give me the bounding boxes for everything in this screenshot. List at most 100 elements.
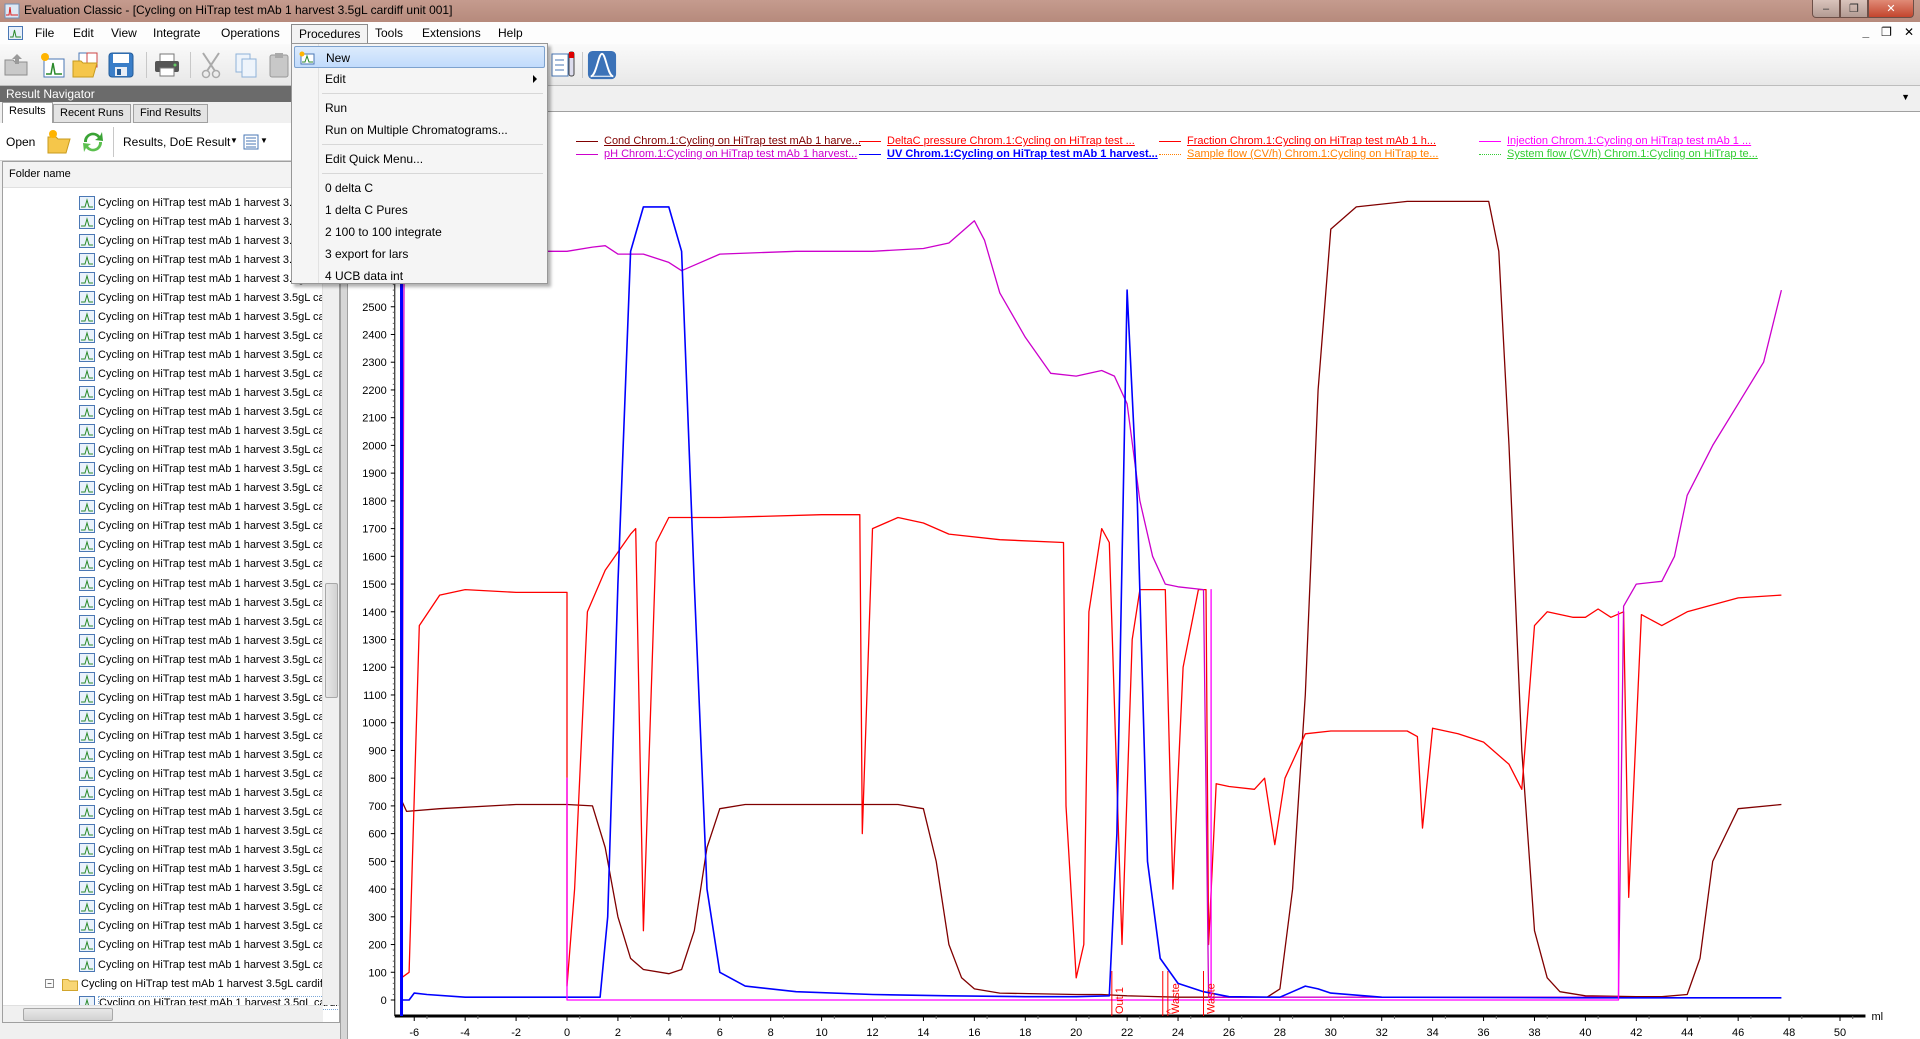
result-type-filter[interactable]: Results, DoE Result — [123, 135, 230, 149]
save-button[interactable] — [106, 50, 136, 80]
new-folder-icon[interactable] — [46, 129, 74, 155]
result-item[interactable]: Cycling on HiTrap test mAb 1 harvest 3.5… — [79, 726, 339, 745]
menu-file[interactable]: File — [28, 24, 61, 43]
refresh-icon[interactable] — [80, 129, 106, 155]
tree-horizontal-scrollbar[interactable] — [3, 1005, 323, 1022]
view-options-dropdown-icon[interactable]: ▼ — [260, 136, 268, 145]
result-item[interactable]: Cycling on HiTrap test mAb 1 harvest 3.5… — [79, 650, 339, 669]
chromatogram-icon — [79, 595, 95, 610]
y-tick-label: 1400 — [362, 607, 386, 619]
collapse-icon[interactable]: − — [45, 979, 54, 989]
chromatogram-chart[interactable]: 0100200300400500600700800900100011001200… — [348, 112, 1920, 1039]
tab-results[interactable]: Results — [2, 102, 53, 123]
result-item[interactable]: Cycling on HiTrap test mAb 1 harvest 3.5… — [79, 631, 339, 650]
view-options-icon[interactable] — [243, 134, 259, 150]
menu-integrate[interactable]: Integrate — [146, 24, 207, 43]
menu-view[interactable]: View — [104, 24, 144, 43]
menu-operations[interactable]: Operations — [214, 24, 287, 43]
result-item[interactable]: Cycling on HiTrap test mAb 1 harvest 3.5… — [79, 936, 339, 955]
menu-item-2-100-to-100-integrate[interactable]: 2 100 to 100 integrate — [294, 221, 545, 243]
scroll-thumb[interactable] — [325, 583, 338, 698]
result-item[interactable]: Cycling on HiTrap test mAb 1 harvest 3.5… — [79, 822, 339, 841]
document-icon[interactable] — [8, 26, 23, 40]
result-item[interactable]: Cycling on HiTrap test mAb 1 harvest 3.5… — [79, 384, 339, 403]
chromatogram-icon — [79, 538, 95, 553]
scroll-thumb[interactable] — [23, 1008, 113, 1021]
result-item[interactable]: Cycling on HiTrap test mAb 1 harvest 3.5… — [79, 441, 339, 460]
method-button[interactable] — [548, 50, 578, 80]
result-item[interactable]: Cycling on HiTrap test mAb 1 harvest 3.5… — [79, 574, 339, 593]
result-item[interactable]: Cycling on HiTrap test mAb 1 harvest 3.5… — [79, 536, 339, 555]
paste-icon — [269, 53, 289, 78]
peak-button[interactable] — [587, 50, 617, 80]
result-item[interactable]: Cycling on HiTrap test mAb 1 harvest 3.5… — [79, 498, 339, 517]
folder-name-header[interactable]: Folder name — [3, 162, 339, 188]
tree-vertical-scrollbar[interactable] — [322, 188, 339, 1005]
result-item[interactable]: Cycling on HiTrap test mAb 1 harvest 3.5… — [79, 745, 339, 764]
close-button[interactable]: ✕ — [1868, 0, 1914, 18]
print-button[interactable] — [152, 50, 182, 80]
result-item[interactable]: Cycling on HiTrap test mAb 1 harvest 3.5… — [79, 364, 339, 383]
result-item[interactable]: Cycling on HiTrap test mAb 1 harvest 3.5… — [79, 917, 339, 936]
cut-button[interactable] — [196, 50, 226, 80]
result-item[interactable]: Cycling on HiTrap test mAb 1 harvest 3.5… — [79, 898, 339, 917]
close-icon: ✕ — [1886, 3, 1896, 15]
menu-item-new[interactable]: New — [294, 46, 545, 68]
open-folder-button[interactable] — [71, 50, 101, 80]
result-item[interactable]: Cycling on HiTrap test mAb 1 harvest 3.5… — [79, 784, 339, 803]
result-item[interactable]: Cycling on HiTrap test mAb 1 harvest 3.5… — [79, 422, 339, 441]
tree-item-label: Cycling on HiTrap test mAb 1 harvest 3.5… — [98, 482, 340, 495]
menu-item-edit[interactable]: Edit — [294, 68, 545, 90]
open-button[interactable] — [2, 50, 32, 80]
result-item[interactable]: Cycling on HiTrap test mAb 1 harvest 3.5… — [79, 879, 339, 898]
menu-extensions[interactable]: Extensions — [415, 24, 488, 43]
result-item[interactable]: Cycling on HiTrap test mAb 1 harvest 3.5… — [79, 765, 339, 784]
result-item[interactable]: Cycling on HiTrap test mAb 1 harvest 3.5… — [79, 517, 339, 536]
result-item[interactable]: Cycling on HiTrap test mAb 1 harvest 3.5… — [79, 345, 339, 364]
result-item[interactable]: Cycling on HiTrap test mAb 1 harvest 3.5… — [79, 403, 339, 422]
result-item[interactable]: Cycling on HiTrap test mAb 1 harvest 3.5… — [79, 555, 339, 574]
menu-item-run-on-multiple-chromatograms[interactable]: Run on Multiple Chromatograms... — [294, 119, 545, 141]
chromatogram-icon — [79, 728, 95, 743]
copy-button[interactable] — [231, 50, 261, 80]
mdi-minimize-button[interactable]: _ — [1862, 25, 1869, 39]
result-item[interactable]: Cycling on HiTrap test mAb 1 harvest 3.5… — [79, 688, 339, 707]
chart-options-dropdown-icon[interactable]: ▼ — [1901, 92, 1910, 102]
result-item[interactable]: Cycling on HiTrap test mAb 1 harvest 3.5… — [79, 860, 339, 879]
menu-item-edit-quick-menu[interactable]: Edit Quick Menu... — [294, 148, 545, 170]
menu-edit[interactable]: Edit — [66, 24, 101, 43]
result-item[interactable]: Cycling on HiTrap test mAb 1 harvest 3.5… — [79, 612, 339, 631]
new-chromatogram-button[interactable] — [37, 50, 67, 80]
open-label[interactable]: Open — [6, 135, 35, 149]
result-item[interactable]: Cycling on HiTrap test mAb 1 harvest 3.5… — [79, 841, 339, 860]
menu-item-label: 1 delta C Pures — [325, 203, 408, 217]
series-uv — [401, 206, 1782, 1001]
result-item[interactable]: Cycling on HiTrap test mAb 1 harvest 3.5… — [79, 669, 339, 688]
menu-procedures[interactable]: Procedures — [291, 24, 369, 43]
menu-item-run[interactable]: Run — [294, 97, 545, 119]
menu-item-4-ucb-data-int[interactable]: 4 UCB data int — [294, 265, 545, 287]
tree-folder[interactable]: − Cycling on HiTrap test mAb 1 harvest 3.… — [45, 974, 339, 993]
result-item[interactable]: Cycling on HiTrap test mAb 1 harvest 3.5… — [79, 479, 340, 498]
tab-find-results[interactable]: Find Results — [133, 104, 209, 123]
menu-item-0-delta-c[interactable]: 0 delta C — [294, 177, 545, 199]
menu-item-1-delta-c-pures[interactable]: 1 delta C Pures — [294, 199, 545, 221]
tab-recent-runs[interactable]: Recent Runs — [53, 104, 131, 123]
result-item[interactable]: Cycling on HiTrap test mAb 1 harvest 3.5… — [79, 326, 339, 345]
result-item[interactable]: Cycling on HiTrap test mAb 1 harvest 3.5… — [79, 307, 339, 326]
restore-button[interactable]: ❐ — [1840, 0, 1868, 18]
menu-tools[interactable]: Tools — [368, 24, 410, 43]
filter-dropdown-icon[interactable]: ▼ — [230, 136, 238, 145]
mdi-restore-button[interactable]: ❐ — [1881, 25, 1892, 39]
menu-item-label: New — [326, 51, 351, 65]
minimize-button[interactable]: – — [1812, 0, 1840, 18]
result-item[interactable]: Cycling on HiTrap test mAb 1 harvest 3.5… — [79, 288, 339, 307]
menu-item-3-export-for-lars[interactable]: 3 export for lars — [294, 243, 545, 265]
menu-help[interactable]: Help — [491, 24, 530, 43]
result-item[interactable]: Cycling on HiTrap test mAb 1 harvest 3.5… — [79, 955, 339, 974]
result-item[interactable]: Cycling on HiTrap test mAb 1 harvest 3.5… — [79, 803, 339, 822]
mdi-close-button[interactable]: ✕ — [1904, 25, 1914, 39]
result-item[interactable]: Cycling on HiTrap test mAb 1 harvest 3.5… — [79, 707, 339, 726]
result-item[interactable]: Cycling on HiTrap test mAb 1 harvest 3.5… — [79, 593, 339, 612]
result-item[interactable]: Cycling on HiTrap test mAb 1 harvest 3.5… — [79, 460, 339, 479]
